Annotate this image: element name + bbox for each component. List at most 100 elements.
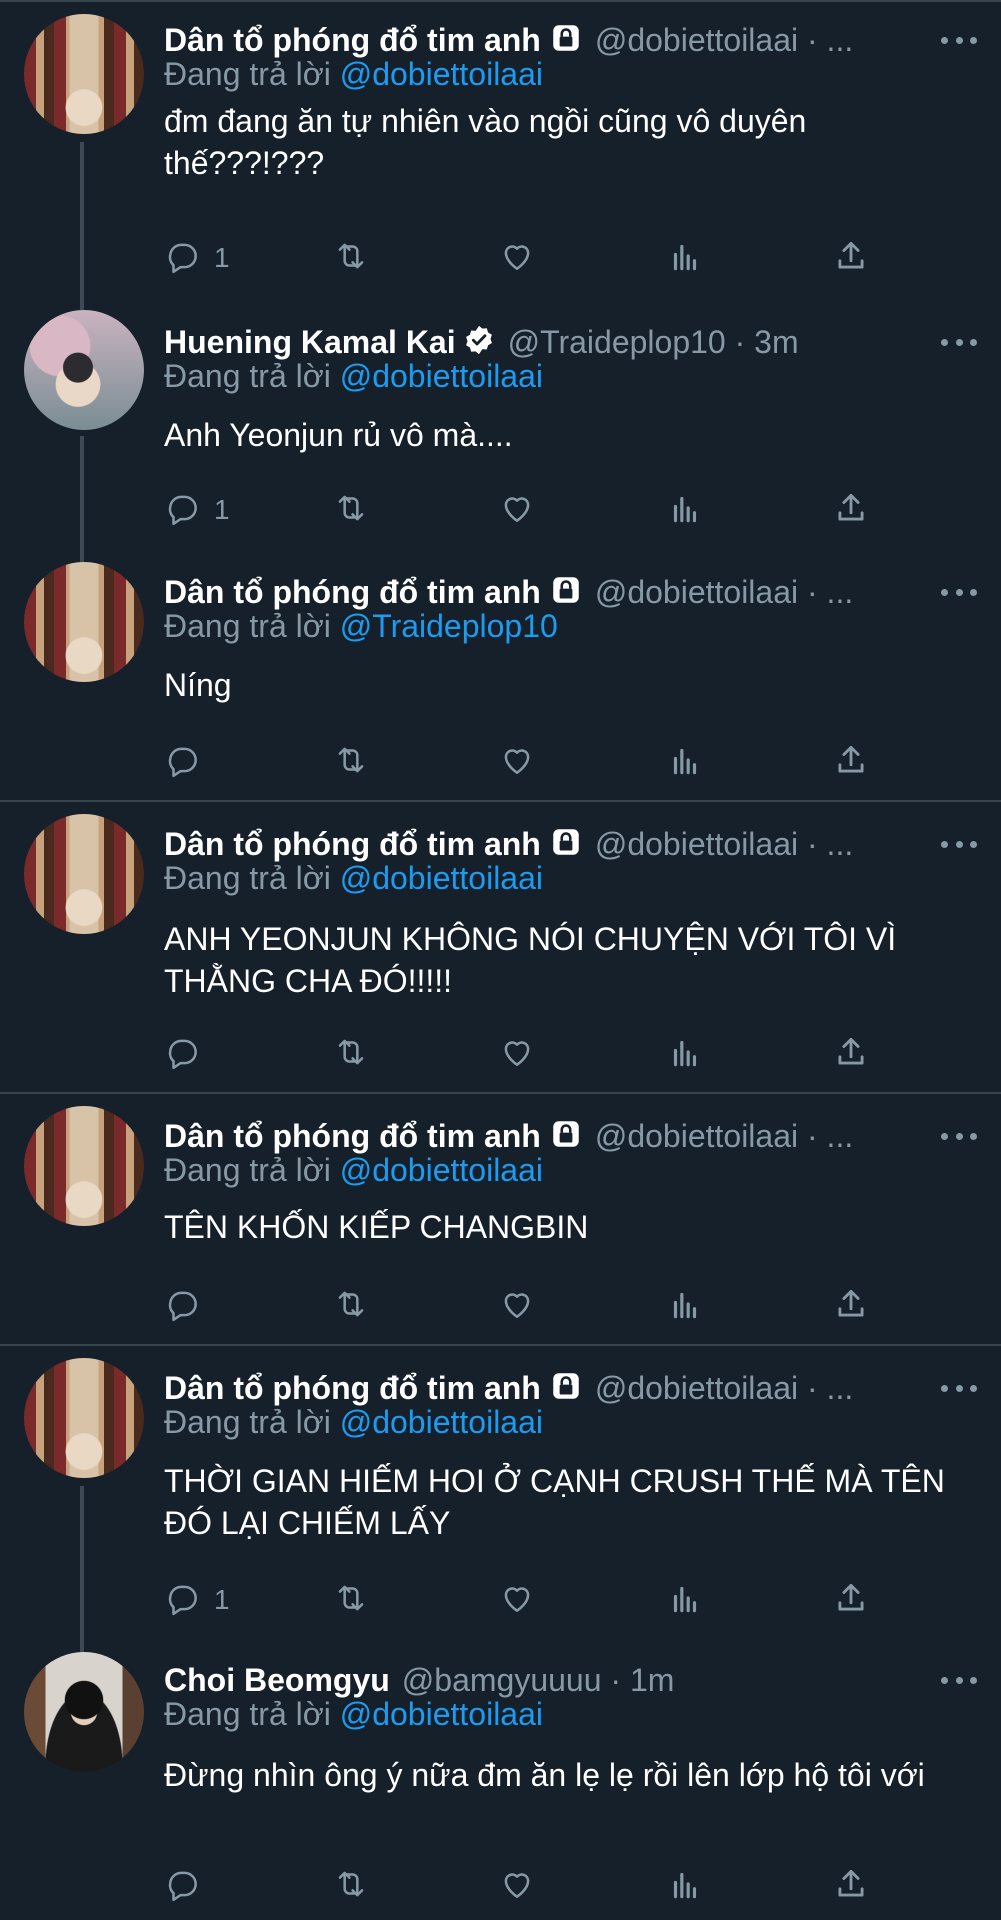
views-button[interactable] [666,238,704,278]
retweet-button[interactable] [332,490,370,530]
user-handle[interactable]: @Traideplop10 · 3m [508,324,977,361]
mention-link[interactable]: @dobiettoilaai [340,860,543,896]
like-button[interactable] [498,238,536,278]
tweet-header: Dân tổ phóng đổ tim anh @dobiettoilaai · … [164,572,977,612]
user-handle[interactable]: @dobiettoilaai · ... [595,826,977,863]
views-icon [666,1579,704,1622]
replying-to-label: Đang trả lời [164,1404,331,1440]
retweet-icon [332,1865,370,1908]
retweet-button[interactable] [332,1866,370,1906]
reply-button[interactable]: 1 [164,490,230,530]
reply-button[interactable] [164,1034,214,1074]
share-button[interactable] [832,238,870,278]
views-icon [666,489,704,532]
like-button[interactable] [498,1286,536,1326]
tweet-actions [164,1034,884,1074]
more-icon[interactable] [941,1660,977,1700]
views-button[interactable] [666,1580,704,1620]
retweet-button[interactable] [332,1286,370,1326]
like-icon [498,237,536,280]
share-button[interactable] [832,1034,870,1074]
replying-to: Đang trả lời @Traideplop10 [164,608,558,645]
mention-link[interactable]: @dobiettoilaai [340,1696,543,1732]
retweet-icon [332,489,370,532]
lock-icon [549,825,583,864]
mention-link[interactable]: @dobiettoilaai [340,1152,543,1188]
avatar[interactable] [24,562,144,682]
more-icon[interactable] [941,1368,977,1408]
user-handle[interactable]: @dobiettoilaai · ... [595,22,977,59]
views-icon [666,237,704,280]
tweet-header: Dân tổ phóng đổ tim anh @dobiettoilaai · … [164,1116,977,1156]
views-button[interactable] [666,1034,704,1074]
display-name[interactable]: Dân tổ phóng đổ tim anh [164,1118,541,1155]
display-name[interactable]: Dân tổ phóng đổ tim anh [164,1370,541,1407]
share-icon [832,1033,870,1076]
like-icon [498,1865,536,1908]
views-button[interactable] [666,490,704,530]
share-button[interactable] [832,490,870,530]
user-handle[interactable]: @dobiettoilaai · ... [595,1118,977,1155]
lock-icon [549,1117,583,1156]
like-icon [498,489,536,532]
display-name[interactable]: Choi Beomgyu [164,1662,390,1699]
reply-button[interactable] [164,1286,214,1326]
display-name[interactable]: Dân tổ phóng đổ tim anh [164,22,541,59]
mention-link[interactable]: @dobiettoilaai [340,56,543,92]
replying-to-label: Đang trả lời [164,1152,331,1188]
like-button[interactable] [498,1866,536,1906]
retweet-button[interactable] [332,1034,370,1074]
display-name[interactable]: Dân tổ phóng đổ tim anh [164,826,541,863]
mention-link[interactable]: @dobiettoilaai [340,1404,543,1440]
reply-icon [164,489,202,532]
tweet-text: TÊN KHỐN KIẾP CHANGBIN [164,1209,589,1245]
reply-button[interactable] [164,742,214,782]
tweet-header: Choi Beomgyu @bamgyuuuu · 1m [164,1660,977,1700]
reply-button[interactable]: 1 [164,1580,230,1620]
views-button[interactable] [666,742,704,782]
more-icon[interactable] [941,20,977,60]
avatar[interactable] [24,1652,144,1772]
user-handle[interactable]: @bamgyuuuu · 1m [402,1662,977,1699]
like-button[interactable] [498,742,536,782]
like-button[interactable] [498,490,536,530]
more-icon[interactable] [941,322,977,362]
reply-button[interactable]: 1 [164,238,230,278]
retweet-button[interactable] [332,238,370,278]
avatar[interactable] [24,310,144,430]
share-button[interactable] [832,1286,870,1326]
retweet-button[interactable] [332,742,370,782]
replying-to: Đang trả lời @dobiettoilaai [164,860,543,897]
share-button[interactable] [832,1866,870,1906]
retweet-button[interactable] [332,1580,370,1620]
replying-to: Đang trả lời @dobiettoilaai [164,56,543,93]
user-handle[interactable]: @dobiettoilaai · ... [595,574,977,611]
like-button[interactable] [498,1580,536,1620]
more-icon[interactable] [941,572,977,612]
mention-link[interactable]: @Traideplop10 [340,608,558,644]
views-button[interactable] [666,1286,704,1326]
like-button[interactable] [498,1034,536,1074]
reply-count: 1 [214,494,230,525]
display-name[interactable]: Dân tổ phóng đổ tim anh [164,574,541,611]
views-icon [666,1285,704,1328]
mention-link[interactable]: @dobiettoilaai [340,358,543,394]
views-button[interactable] [666,1866,704,1906]
share-button[interactable] [832,1580,870,1620]
tweet-divider [0,1344,1001,1346]
avatar[interactable] [24,814,144,934]
avatar[interactable] [24,14,144,134]
views-icon [666,1865,704,1908]
like-icon [498,1033,536,1076]
reply-button[interactable] [164,1866,214,1906]
retweet-icon [332,1579,370,1622]
display-name[interactable]: Huening Kamal Kai [164,324,456,361]
more-icon[interactable] [941,824,977,864]
avatar[interactable] [24,1358,144,1478]
reply-icon [164,1865,202,1908]
share-button[interactable] [832,742,870,782]
avatar[interactable] [24,1106,144,1226]
more-icon[interactable] [941,1116,977,1156]
user-handle[interactable]: @dobiettoilaai · ... [595,1370,977,1407]
tweet-divider [0,1092,1001,1094]
